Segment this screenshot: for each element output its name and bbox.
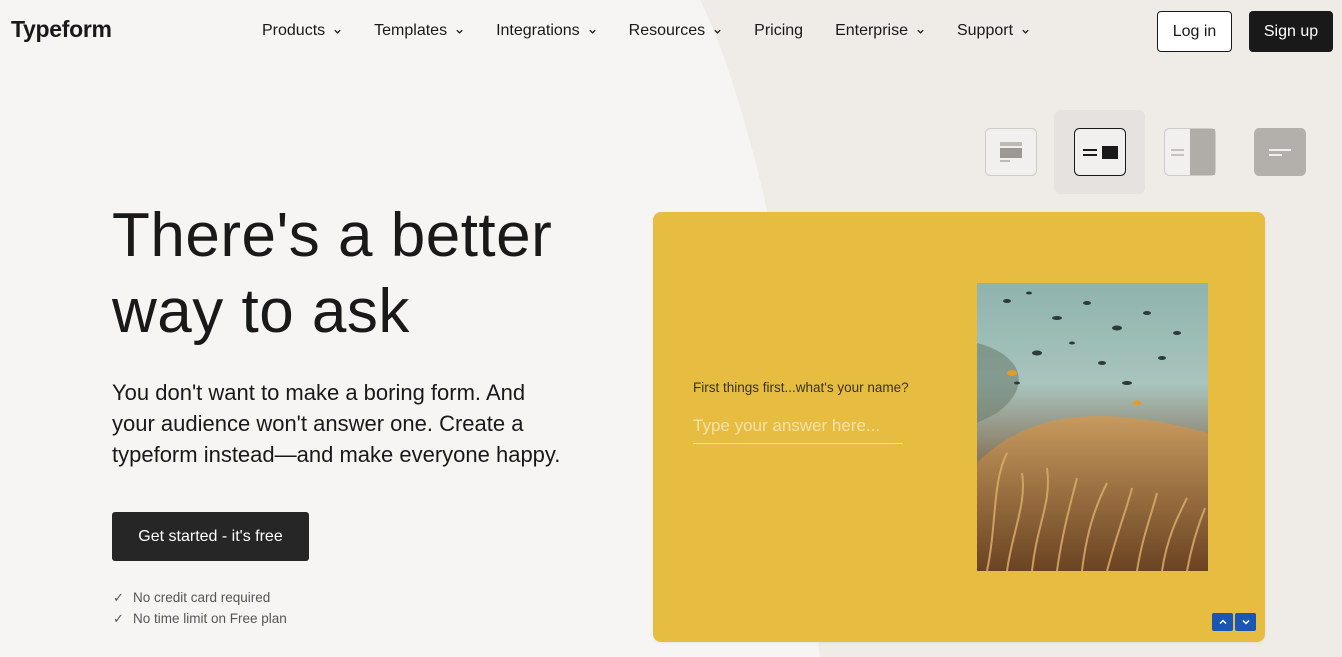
chevron-down-icon (334, 29, 341, 34)
nav-pricing-label: Pricing (754, 22, 804, 39)
chevron-down-icon (1022, 29, 1029, 34)
nav-support-label: Support (956, 22, 1014, 39)
hero-subtitle-line1: You don't want to make a boring form. An… (112, 380, 526, 405)
preview-question: First things first...what's your name? (693, 380, 909, 395)
coral-reef-image (977, 283, 1208, 571)
benefit-list: ✓ No credit card required ✓ No time limi… (113, 587, 287, 629)
signup-button[interactable]: Sign up (1249, 11, 1333, 52)
previous-question-button[interactable] (1212, 613, 1233, 631)
layout-stack-option[interactable] (985, 128, 1037, 176)
layout-side-image-icon (1164, 128, 1216, 176)
layout-text-only-option[interactable] (1254, 128, 1306, 176)
hero-subtitle-line2: your audience won't answer one. Create a (112, 411, 524, 436)
nav-integrations-label: Integrations (496, 22, 580, 39)
preview-nav-arrows (1212, 613, 1256, 631)
layout-split-option[interactable] (1074, 128, 1126, 176)
nav-products[interactable]: Products (262, 20, 342, 42)
chevron-down-icon (456, 29, 463, 34)
nav-integrations[interactable]: Integrations (496, 20, 597, 42)
chevron-down-icon (589, 29, 596, 34)
next-question-button[interactable] (1235, 613, 1256, 631)
nav-enterprise-label: Enterprise (835, 22, 908, 39)
hero-title-line2: way to ask (112, 277, 410, 346)
benefit-label: No time limit on Free plan (133, 611, 287, 626)
benefit-item: ✓ No time limit on Free plan (113, 608, 287, 629)
typeform-logo[interactable]: Typeform (11, 16, 112, 43)
nav-templates[interactable]: Templates (374, 20, 464, 42)
nav-pricing[interactable]: Pricing (754, 20, 803, 42)
hero-title-line1: There's a better (112, 201, 553, 270)
hero-subtitle: You don't want to make a boring form. An… (112, 377, 612, 470)
login-button[interactable]: Log in (1157, 11, 1232, 52)
chevron-down-icon (1241, 619, 1250, 625)
preview-answer-input[interactable]: Type your answer here... (693, 416, 903, 444)
chevron-down-icon (917, 29, 924, 34)
hero-title: There's a better way to ask (112, 198, 632, 350)
nav-products-label: Products (262, 22, 326, 39)
layout-split-icon (1074, 128, 1126, 176)
benefit-item: ✓ No credit card required (113, 587, 287, 608)
nav-resources[interactable]: Resources (629, 20, 722, 42)
hero-subtitle-line3: typeform instead—and make everyone happy… (112, 442, 561, 467)
layout-text-only-icon (1254, 128, 1306, 176)
nav-templates-label: Templates (374, 22, 448, 39)
chevron-down-icon (714, 29, 721, 34)
check-icon: ✓ (113, 589, 124, 605)
form-preview-card[interactable]: First things first...what's your name? T… (653, 212, 1265, 642)
nav-resources-label: Resources (628, 22, 706, 39)
main-nav: Products Templates Integrations Resource… (262, 20, 1062, 42)
layout-stack-icon (985, 128, 1037, 176)
nav-support[interactable]: Support (957, 20, 1030, 42)
check-icon: ✓ (113, 610, 124, 626)
layout-side-image-option[interactable] (1164, 128, 1216, 176)
get-started-button[interactable]: Get started - it's free (112, 512, 309, 561)
chevron-up-icon (1218, 619, 1227, 625)
nav-enterprise[interactable]: Enterprise (835, 20, 925, 42)
benefit-label: No credit card required (133, 590, 271, 605)
